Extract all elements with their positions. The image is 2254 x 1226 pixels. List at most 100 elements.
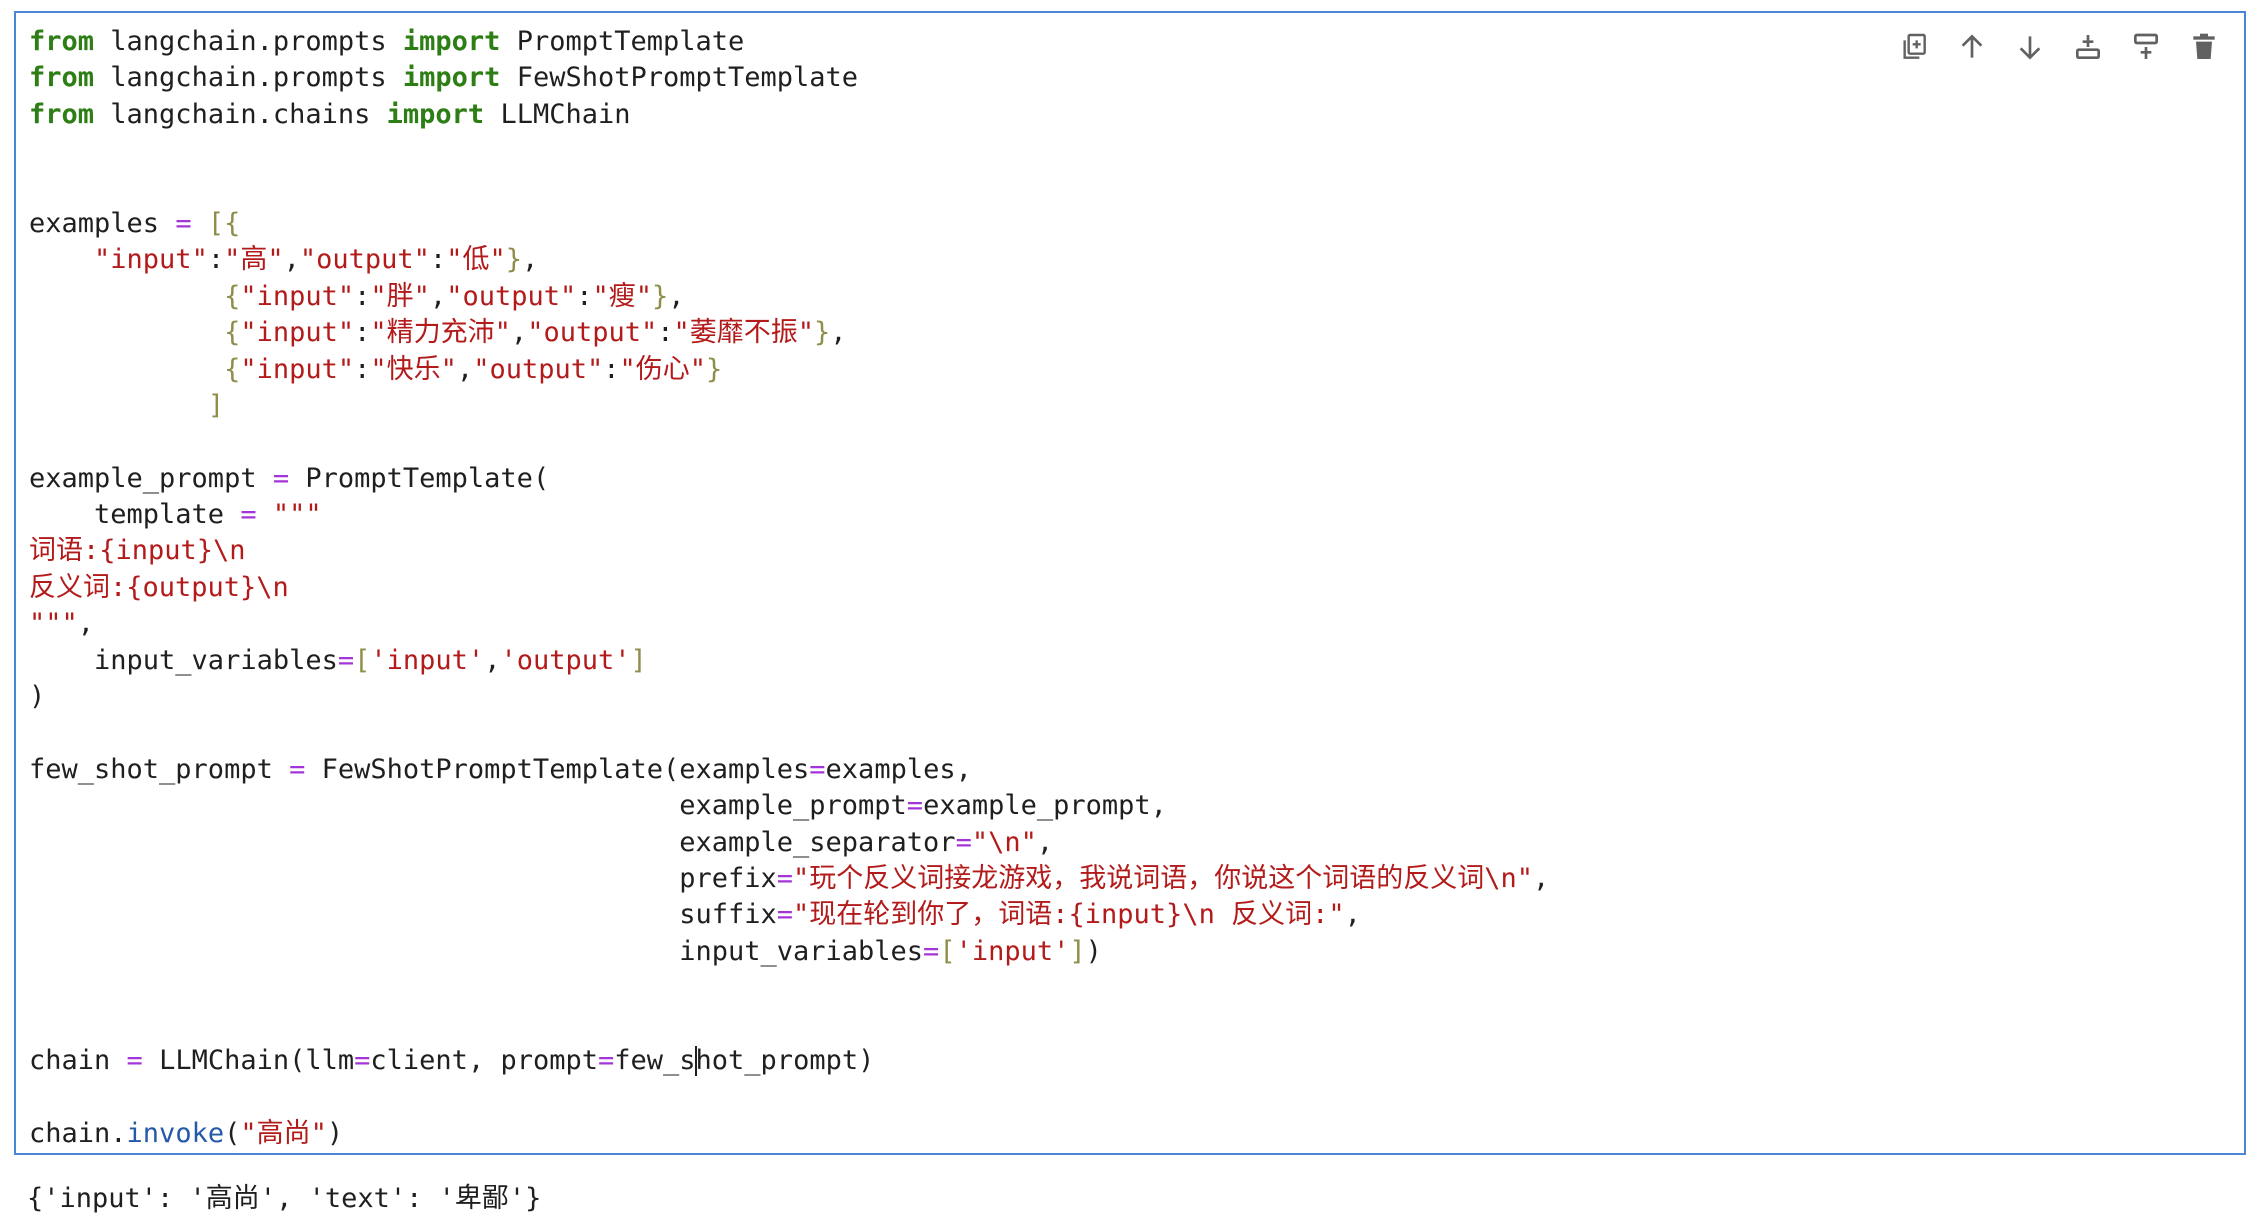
code-token: = bbox=[906, 790, 924, 822]
code-token: FewShotPromptTemplate(examples bbox=[305, 753, 810, 785]
code-token: "input" bbox=[94, 244, 208, 276]
code-token: hot_prompt) bbox=[695, 1044, 875, 1076]
code-line: ​ bbox=[29, 133, 1549, 169]
code-token: LLMChain(llm bbox=[142, 1044, 355, 1076]
code-line: example_prompt=example_prompt, bbox=[29, 788, 1549, 824]
insert-below-button[interactable] bbox=[2124, 27, 2168, 71]
code-line: chain = LLMChain(llm=client, prompt=few_… bbox=[29, 1043, 1549, 1079]
code-token: PromptTemplate bbox=[500, 26, 745, 57]
code-line: suffix="现在轮到你了，词语:{input}\n 反义词:", bbox=[29, 897, 1549, 933]
code-token: , bbox=[283, 244, 300, 276]
code-token: import bbox=[402, 62, 501, 94]
duplicate-cell-button[interactable] bbox=[1892, 27, 1936, 71]
code-token: { bbox=[224, 280, 241, 312]
code-token: = bbox=[240, 499, 257, 531]
code-line: ​ bbox=[29, 1007, 1549, 1043]
code-token: "精力充沛" bbox=[370, 317, 511, 349]
code-token: langchain.prompts bbox=[94, 62, 403, 94]
code-token: 'input' bbox=[955, 935, 1070, 967]
code-line: {"input":"精力充沛","output":"萎靡不振"}, bbox=[29, 315, 1549, 351]
code-token: : bbox=[429, 244, 447, 276]
code-token: , bbox=[456, 353, 474, 385]
code-token: examples bbox=[29, 207, 176, 239]
code-line: example_prompt = PromptTemplate( bbox=[29, 461, 1549, 497]
code-token: "高尚" bbox=[240, 1117, 327, 1149]
code-line: example_separator="\n", bbox=[29, 825, 1549, 861]
code-token: langchain.chains bbox=[94, 98, 387, 130]
code-editor[interactable]: from langchain.prompts import PromptTemp… bbox=[29, 24, 1549, 1152]
code-line: from langchain.prompts import PromptTemp… bbox=[29, 24, 1549, 60]
code-line: ​ bbox=[29, 170, 1549, 206]
code-token: "瘦" bbox=[592, 280, 653, 312]
code-line: {"input":"胖","output":"瘦"}, bbox=[29, 279, 1549, 315]
code-token: , bbox=[830, 317, 847, 349]
code-token: chain bbox=[29, 1044, 127, 1076]
code-token: examples, bbox=[825, 753, 972, 785]
code-line: {"input":"快乐","output":"伤心"} bbox=[29, 352, 1549, 388]
code-line: ​ bbox=[29, 715, 1549, 751]
code-token: , bbox=[429, 280, 447, 312]
code-token: [ bbox=[939, 935, 956, 967]
code-token: "\n" bbox=[971, 826, 1037, 858]
code-token: ) bbox=[29, 681, 46, 713]
code-token: "玩个反义词接龙游戏，我说词语，你说这个词语的反义词\n" bbox=[793, 862, 1534, 894]
code-token: input_variables bbox=[29, 644, 338, 676]
code-token: "高" bbox=[224, 244, 284, 276]
code-line: from langchain.chains import LLMChain bbox=[29, 97, 1549, 133]
code-token: = bbox=[809, 753, 826, 785]
code-token: example_prompt, bbox=[923, 790, 1167, 822]
code-token: ] bbox=[630, 644, 647, 676]
code-token: , bbox=[1036, 826, 1054, 858]
trash-icon bbox=[2188, 31, 2220, 68]
code-line: template = """ bbox=[29, 497, 1549, 533]
code-token: from bbox=[29, 62, 95, 94]
code-token: few_s bbox=[614, 1044, 696, 1076]
code-cell[interactable]: from langchain.prompts import PromptTemp… bbox=[14, 11, 2246, 1155]
code-token: ] bbox=[207, 389, 225, 421]
insert-below-icon bbox=[2130, 31, 2162, 68]
code-token: } bbox=[814, 317, 831, 349]
code-line: chain.invoke("高尚") bbox=[29, 1116, 1549, 1152]
code-token: = bbox=[955, 826, 972, 858]
code-token: template bbox=[29, 499, 241, 531]
delete-cell-button[interactable] bbox=[2182, 27, 2226, 71]
code-token: PromptTemplate( bbox=[289, 462, 550, 494]
code-token: suffix bbox=[29, 899, 777, 931]
code-token: = bbox=[776, 899, 794, 931]
code-token: = bbox=[272, 462, 290, 494]
code-line: ​ bbox=[29, 424, 1549, 460]
code-token: { bbox=[224, 353, 241, 385]
code-token: } bbox=[706, 353, 723, 385]
code-token: , bbox=[510, 317, 528, 349]
move-down-button[interactable] bbox=[2008, 27, 2052, 71]
code-token: 'input' bbox=[370, 644, 485, 676]
code-token: langchain.prompts bbox=[94, 26, 403, 57]
code-token: : bbox=[354, 280, 371, 312]
code-token: """ bbox=[272, 499, 322, 531]
code-token: "低" bbox=[446, 244, 506, 276]
insert-above-button[interactable] bbox=[2066, 27, 2110, 71]
code-line: "input":"高","output":"低"}, bbox=[29, 242, 1549, 278]
code-token: = bbox=[126, 1044, 143, 1076]
code-line: 词语:{input}\n bbox=[29, 533, 1549, 569]
code-line: ​ bbox=[29, 970, 1549, 1006]
code-token: : bbox=[354, 317, 371, 349]
code-token: FewShotPromptTemplate bbox=[500, 62, 859, 94]
code-token: example_prompt bbox=[29, 462, 273, 494]
arrow-down-icon bbox=[2014, 31, 2046, 68]
code-line: prefix="玩个反义词接龙游戏，我说词语，你说这个词语的反义词\n", bbox=[29, 861, 1549, 897]
code-token: ) bbox=[1085, 935, 1102, 967]
code-token: "output" bbox=[527, 317, 658, 349]
code-token: ) bbox=[326, 1117, 344, 1149]
cell-output: {'input': '高尚', 'text': '卑鄙'} bbox=[27, 1183, 542, 1214]
code-token: input_variables bbox=[29, 935, 924, 967]
cell-toolbar bbox=[1892, 27, 2226, 71]
code-token: , bbox=[484, 644, 501, 676]
code-token: example_separator bbox=[29, 826, 956, 858]
code-token: "伤心" bbox=[619, 353, 707, 385]
code-token: LLMChain bbox=[484, 98, 631, 130]
code-token: : bbox=[207, 244, 225, 276]
code-token: : bbox=[657, 317, 674, 349]
code-token: = bbox=[354, 1044, 371, 1076]
move-up-button[interactable] bbox=[1950, 27, 1994, 71]
